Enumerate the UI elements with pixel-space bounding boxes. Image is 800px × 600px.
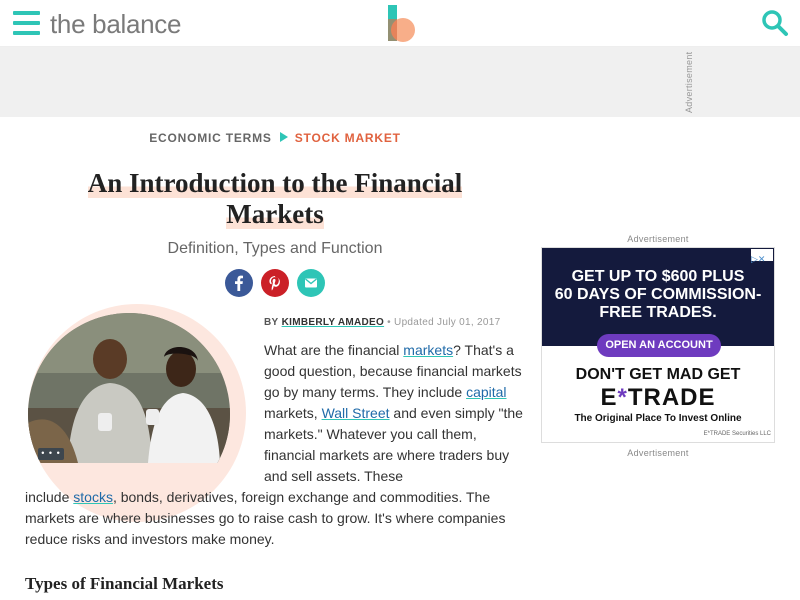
breadcrumb-economic-terms[interactable]: ECONOMIC TERMS (149, 131, 272, 145)
wall-street-link[interactable]: Wall Street (322, 405, 390, 421)
image-more-button[interactable]: • • • (38, 448, 64, 460)
breadcrumb-arrow-icon (279, 132, 288, 142)
ad-label-bottom: Advertisement (627, 448, 689, 458)
breadcrumb-stock-market[interactable]: STOCK MARKET (295, 131, 401, 145)
markets-link[interactable]: markets (403, 342, 453, 358)
adchoices-icon[interactable]: ▷✕ (751, 249, 773, 264)
ad-legal-text: E*TRADE Securities LLC (703, 431, 771, 437)
ad-dont-get-mad: DON'T GET MAD GET (575, 366, 741, 383)
brand-name[interactable]: the balance (50, 9, 181, 40)
ad-label-top: Advertisement (627, 234, 689, 244)
stocks-link[interactable]: stocks (73, 489, 113, 505)
article-paragraph-1: What are the financial markets? That's a… (264, 342, 523, 484)
section-heading: Types of Financial Markets (25, 574, 224, 593)
pinterest-share-button[interactable] (261, 269, 289, 297)
ad-label-vertical: Advertisement (684, 51, 694, 113)
email-share-button[interactable] (297, 269, 325, 297)
breadcrumb: ECONOMIC TERMS STOCK MARKET (0, 131, 550, 145)
pinterest-icon (269, 276, 280, 291)
article-photo[interactable] (28, 313, 230, 463)
etrade-logo: E*TRADE (600, 384, 716, 411)
email-icon (305, 278, 317, 288)
page-subtitle: Definition, Types and Function (167, 240, 383, 257)
ad-dark-panel: ▷✕ GET UP TO $600 PLUS 60 DAYS OF COMMIS… (542, 248, 774, 346)
search-icon[interactable] (761, 9, 789, 37)
byline: BY KIMBERLY AMADEO • Updated July 01, 20… (264, 317, 500, 328)
page-title: An Introduction to the Financial Markets (87, 168, 463, 229)
hamburger-menu-icon[interactable] (13, 11, 40, 35)
the-balance-logo[interactable] (388, 5, 416, 43)
author-link[interactable]: KIMBERLY AMADEO (282, 317, 384, 328)
byline-by: BY (264, 317, 279, 328)
ad-tagline: The Original Place To Invest Online (574, 413, 742, 424)
etrade-ad[interactable]: ▷✕ GET UP TO $600 PLUS 60 DAYS OF COMMIS… (541, 247, 775, 443)
site-header: the balance (0, 0, 800, 47)
top-ad-banner: Advertisement (0, 47, 800, 117)
facebook-share-button[interactable] (225, 269, 253, 297)
open-account-button[interactable]: OPEN AN ACCOUNT (597, 334, 721, 357)
updated-date: • Updated July 01, 2017 (387, 317, 501, 328)
facebook-icon (235, 275, 243, 291)
article-paragraph-2: include stocks, bonds, derivatives, fore… (25, 489, 506, 547)
capital-link[interactable]: capital (466, 384, 506, 400)
ad-headline: GET UP TO $600 PLUS 60 DAYS OF COMMISSIO… (554, 268, 762, 321)
